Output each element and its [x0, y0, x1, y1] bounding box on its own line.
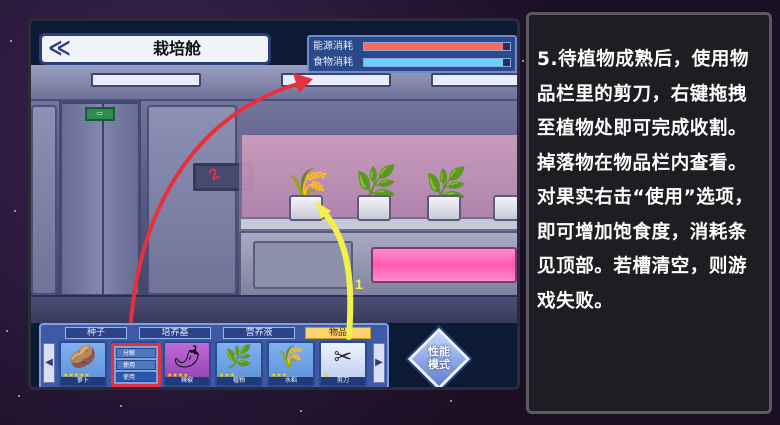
instruction-panel: 5.待植物成熟后，使用物品栏里的剪刀，右键拖拽至植物处即可完成收割。掉落物在物品… [526, 12, 772, 414]
game-viewport[interactable]: ⇨ 🌾 🌿 🌿 ≪ 栽培舱 能源消耗 食物消耗 种子 培养基 营养液 物品 ◀ … [28, 18, 520, 390]
yellow-arrow-label: 1 [355, 276, 363, 292]
annotation-overlay: 2 1 [129, 73, 363, 340]
red-arrow-label: 2 [207, 165, 223, 184]
red-arrow-path [129, 81, 303, 323]
yellow-arrow-path [320, 208, 354, 340]
red-arrowhead [293, 73, 313, 93]
instruction-text: 5.待植物成熟后，使用物品栏里的剪刀，右键拖拽至植物处即可完成收割。掉落物在物品… [537, 49, 754, 312]
